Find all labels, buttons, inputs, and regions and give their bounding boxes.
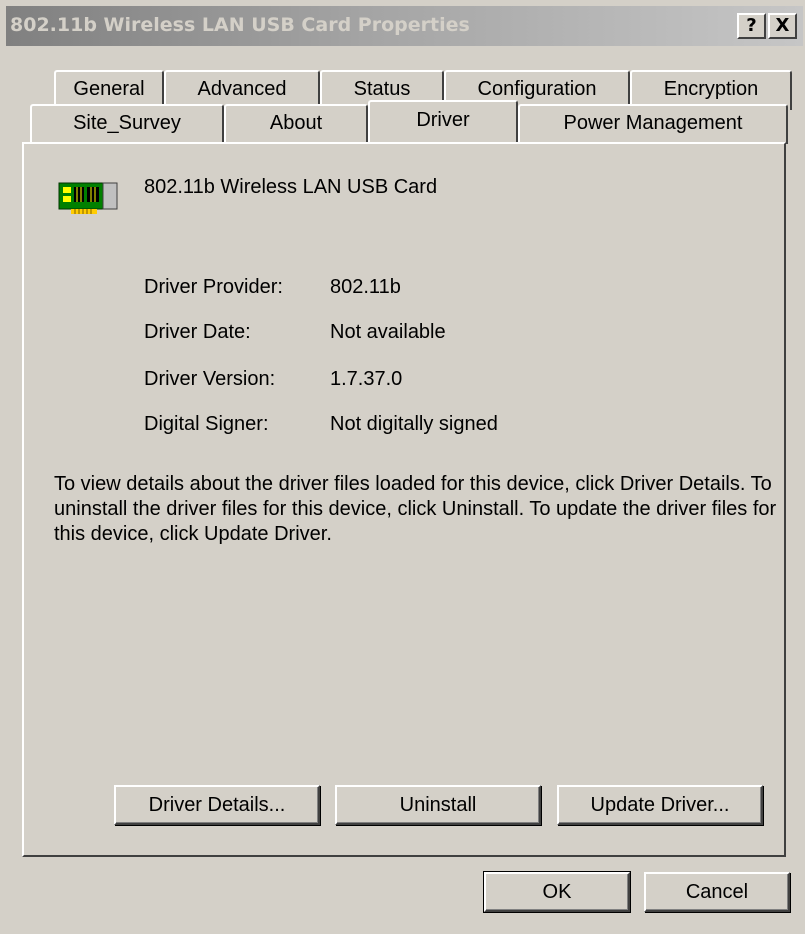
driver-provider-label: Driver Provider:: [144, 276, 283, 298]
digital-signer-value: Not digitally signed: [330, 413, 498, 435]
tab-driver[interactable]: Driver: [368, 100, 518, 142]
update-driver-button[interactable]: Update Driver...: [557, 785, 763, 825]
driver-version-value: 1.7.37.0: [330, 368, 403, 390]
network-card-icon: [58, 182, 118, 214]
properties-dialog: 802.11b Wireless LAN USB Card Properties…: [0, 0, 805, 934]
uninstall-button[interactable]: Uninstall: [335, 785, 541, 825]
tab-site-survey[interactable]: Site_Survey: [30, 104, 224, 144]
driver-tab-panel: 802.11b Wireless LAN USB Card Driver Pro…: [22, 142, 786, 857]
tab-about[interactable]: About: [224, 104, 368, 144]
help-button[interactable]: ?: [737, 13, 766, 39]
driver-date-value: Not available: [330, 321, 446, 343]
driver-version-label: Driver Version:: [144, 368, 276, 390]
cancel-button[interactable]: Cancel: [644, 872, 790, 912]
tab-power-management[interactable]: Power Management: [518, 104, 788, 144]
driver-help-text: To view details about the driver files l…: [54, 473, 777, 545]
driver-provider-value: 802.11b: [330, 276, 401, 298]
driver-details-button[interactable]: Driver Details...: [114, 785, 320, 825]
digital-signer-label: Digital Signer:: [144, 413, 269, 435]
device-name: 802.11b Wireless LAN USB Card: [144, 176, 438, 198]
close-button[interactable]: X: [768, 13, 797, 39]
title-bar[interactable]: 802.11b Wireless LAN USB Card Properties…: [6, 6, 803, 46]
driver-date-label: Driver Date:: [144, 321, 251, 343]
window-title: 802.11b Wireless LAN USB Card Properties: [10, 14, 470, 36]
ok-button[interactable]: OK: [483, 871, 631, 913]
